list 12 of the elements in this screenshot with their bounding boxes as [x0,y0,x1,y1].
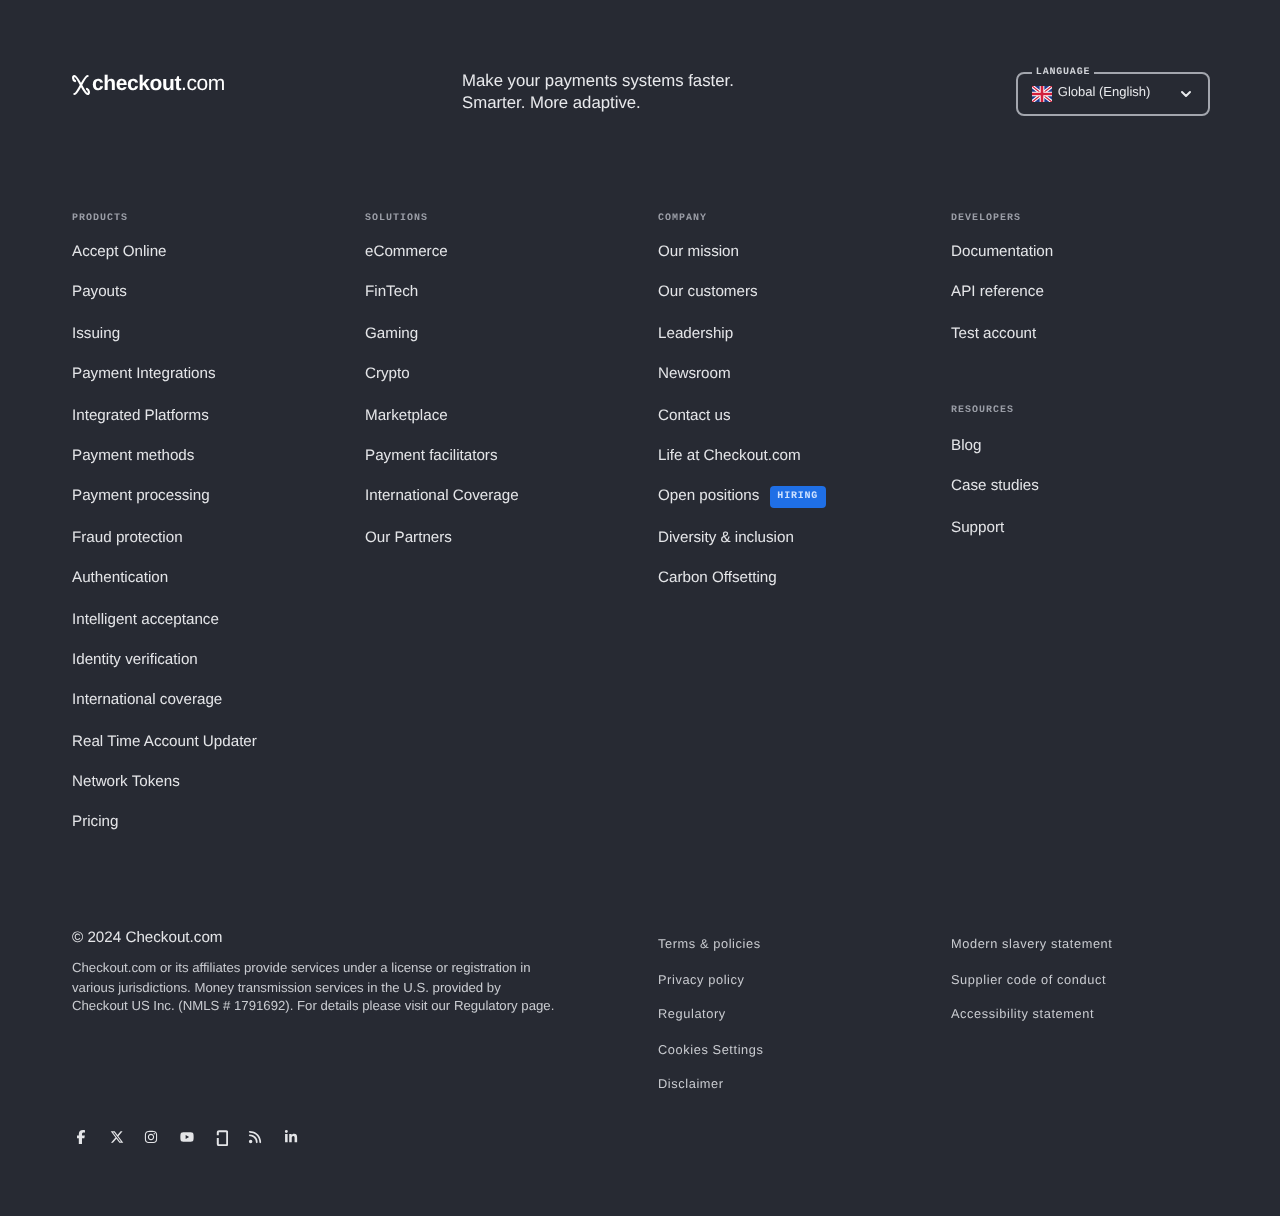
logo-mark-icon [72,73,90,95]
x-logo-icon[interactable] [109,1130,124,1145]
instagram-icon[interactable] [144,1130,159,1145]
linkedin-icon[interactable] [284,1130,299,1145]
rss-icon[interactable] [248,1130,263,1145]
chevron-down-icon [1177,86,1194,102]
facebook-icon[interactable] [74,1130,88,1145]
flag-icon [1031,86,1052,102]
phone-outline-icon[interactable] [215,1129,228,1146]
logo-text[interactable]: checkout.com [92,72,225,96]
tagline: Make your payments systems faster. Smarter. More adaptive. [462,70,734,114]
youtube-icon[interactable] [180,1130,195,1145]
